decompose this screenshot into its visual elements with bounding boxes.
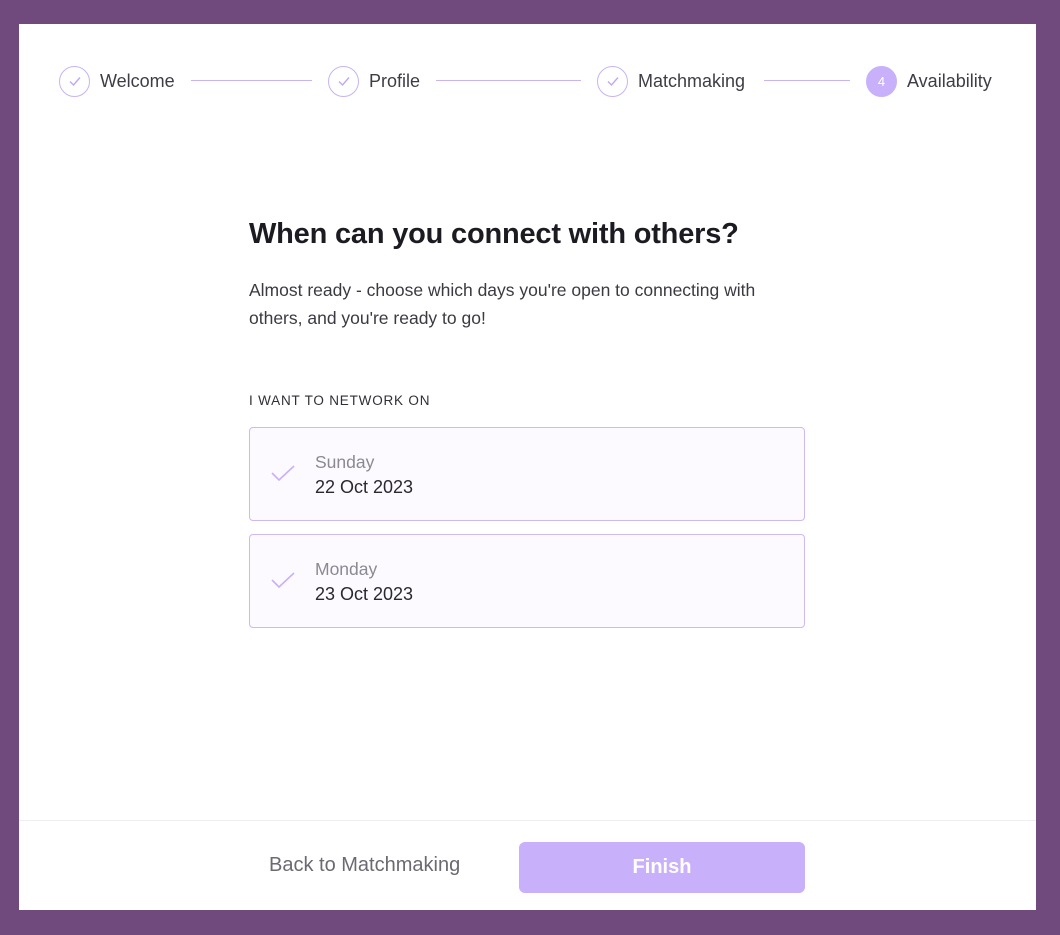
page-title: When can you connect with others? [249, 218, 739, 250]
section-label: I WANT TO NETWORK ON [249, 393, 431, 408]
step-label-profile: Profile [369, 70, 421, 91]
day-weekday: Monday [315, 559, 378, 579]
step-label-availability: Availability [907, 70, 992, 91]
back-to-matchmaking-link[interactable]: Back to Matchmaking [269, 854, 460, 877]
check-icon [597, 65, 628, 97]
step-connector [436, 80, 581, 81]
step-profile[interactable]: Profile [328, 65, 420, 97]
step-label-welcome: Welcome [100, 70, 175, 91]
step-availability[interactable]: 4 Availability [866, 65, 992, 97]
step-matchmaking[interactable]: Matchmaking [597, 65, 745, 97]
footer-divider [19, 820, 1036, 821]
onboarding-modal: Welcome Profile Matchmaking 4 Availabili… [19, 24, 1036, 910]
step-connector [191, 80, 312, 81]
day-weekday: Sunday [315, 452, 375, 472]
check-icon [59, 65, 90, 97]
check-icon [270, 570, 296, 597]
check-icon [328, 65, 359, 97]
day-option-monday[interactable]: Monday 23 Oct 2023 [249, 534, 805, 628]
step-label-matchmaking: Matchmaking [638, 70, 746, 91]
day-date: 22 Oct 2023 [315, 477, 414, 497]
step-number-badge: 4 [866, 65, 897, 97]
day-date: 23 Oct 2023 [315, 584, 414, 604]
finish-button[interactable]: Finish [519, 842, 805, 893]
stepper: Welcome Profile Matchmaking 4 Availabili… [19, 24, 1036, 136]
check-icon [270, 463, 296, 490]
day-option-sunday[interactable]: Sunday 22 Oct 2023 [249, 427, 805, 521]
step-connector [764, 80, 850, 81]
page-subtitle: Almost ready - choose which days you're … [249, 280, 756, 328]
step-welcome[interactable]: Welcome [59, 65, 175, 97]
